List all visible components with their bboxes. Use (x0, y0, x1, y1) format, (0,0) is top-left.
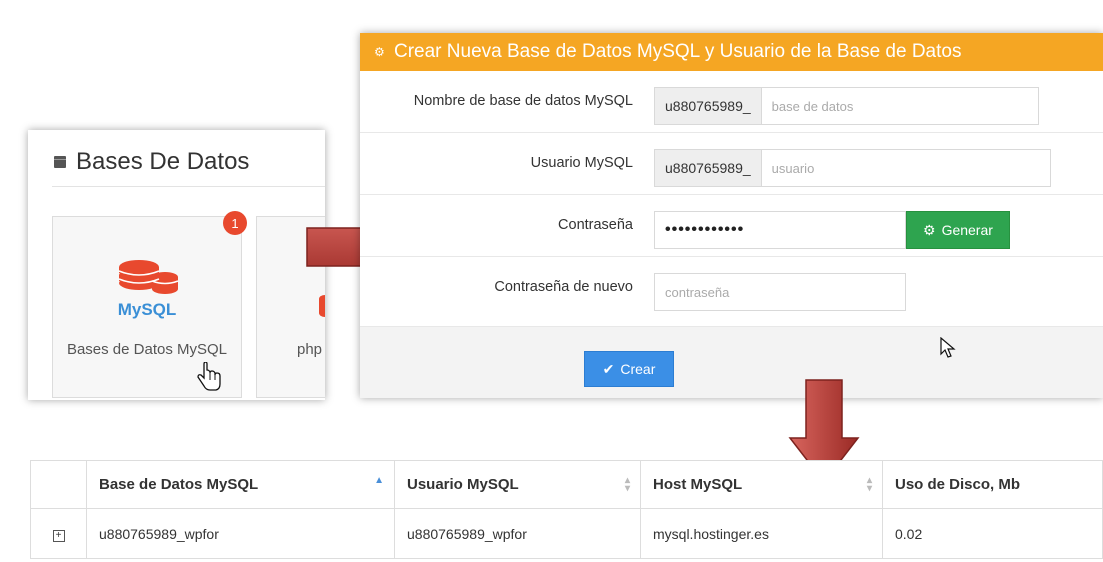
expand-cell: + (30, 508, 87, 559)
table-header-row: Base de Datos MySQL ▲ Usuario MySQL ▴ ▾ H… (30, 460, 1103, 509)
phpmyadmin-tile-label: php (297, 341, 323, 358)
create-button[interactable]: ✔ Crear (584, 351, 674, 387)
database-name-prefix: u880765989_ (654, 87, 761, 125)
create-database-form: ⚙ Crear Nueva Base de Datos MySQL y Usua… (360, 33, 1103, 398)
form-row-password-confirm: Contraseña de nuevo contraseña (360, 257, 1103, 327)
form-row-database-name: Nombre de base de datos MySQL u880765989… (360, 71, 1103, 133)
create-button-label: Crear (620, 361, 656, 377)
generate-password-button[interactable]: ⚙ Generar (906, 211, 1010, 249)
divider (52, 186, 325, 187)
plus-square-icon[interactable]: + (52, 530, 65, 542)
gear-icon: ⚙ (923, 221, 936, 238)
mysql-logo-text: MySQL (118, 300, 177, 319)
mysql-user-prefix: u880765989_ (654, 149, 761, 187)
databases-table: Base de Datos MySQL ▲ Usuario MySQL ▴ ▾ H… (30, 460, 1103, 559)
column-header-host[interactable]: Host MySQL ▴ ▾ (640, 460, 883, 509)
cogs-icon: ⚙ (374, 45, 385, 59)
form-header: ⚙ Crear Nueva Base de Datos MySQL y Usua… (360, 33, 1103, 71)
table-row: + u880765989_wpfor u880765989_wpfor mysq… (30, 508, 1103, 559)
mouse-pointer-icon (940, 337, 956, 358)
password-confirm-group: contraseña (654, 273, 906, 311)
mysql-user-group: u880765989_ usuario (654, 149, 1051, 187)
notification-badge: 1 (223, 211, 247, 235)
password-label: Contraseña (558, 217, 633, 233)
password-group: •••••••••••• ⚙ Generar (654, 211, 1010, 249)
form-title: Crear Nueva Base de Datos MySQL y Usuari… (394, 41, 962, 62)
database-name-group: u880765989_ base de datos (654, 87, 1039, 125)
database-square-icon (54, 156, 66, 168)
hand-pointer-icon (197, 362, 221, 391)
phpmyadmin-icon (319, 295, 325, 317)
mysql-user-input[interactable]: usuario (760, 149, 1051, 187)
cell-host: mysql.hostinger.es (640, 508, 883, 559)
databases-card: Bases De Datos 1 MySQL Bases de Datos My… (28, 130, 325, 400)
column-header-user-label: Usuario MySQL (407, 476, 519, 493)
generate-button-label: Generar (941, 222, 993, 238)
column-header-disk[interactable]: Uso de Disco, Mb (882, 460, 1103, 509)
mysql-tile-label: Bases de Datos MySQL (66, 341, 228, 358)
databases-card-title: Bases De Datos (76, 148, 250, 175)
column-header-disk-label: Uso de Disco, Mb (895, 476, 1021, 493)
database-name-label: Nombre de base de datos MySQL (413, 93, 633, 109)
check-icon: ✔ (602, 360, 615, 377)
screenshot-stage: Bases De Datos 1 MySQL Bases de Datos My… (0, 0, 1103, 562)
cell-disk: 0.02 (882, 508, 1103, 559)
sort-icon: ▴ ▾ (866, 475, 872, 494)
expand-column-header (30, 460, 87, 509)
form-footer: ✔ Crear (360, 327, 1103, 398)
password-input[interactable]: •••••••••••• (654, 211, 906, 249)
mysql-user-label: Usuario MySQL (530, 155, 633, 171)
mysql-database-icon: MySQL (118, 260, 179, 319)
password-confirm-input[interactable]: contraseña (654, 273, 906, 311)
column-header-database-label: Base de Datos MySQL (99, 476, 259, 493)
databases-card-header: Bases De Datos (54, 148, 249, 176)
sort-ascending-icon: ▲ (374, 475, 384, 486)
password-confirm-label: Contraseña de nuevo (494, 279, 633, 295)
cell-database: u880765989_wpfor (86, 508, 395, 559)
sort-icon: ▴ ▾ (624, 475, 630, 494)
cell-user: u880765989_wpfor (394, 508, 641, 559)
column-header-host-label: Host MySQL (653, 476, 743, 493)
column-header-database[interactable]: Base de Datos MySQL ▲ (86, 460, 395, 509)
column-header-user[interactable]: Usuario MySQL ▴ ▾ (394, 460, 641, 509)
form-row-mysql-user: Usuario MySQL u880765989_ usuario (360, 133, 1103, 195)
form-row-password: Contraseña •••••••••••• ⚙ Generar (360, 195, 1103, 257)
database-name-input[interactable]: base de datos (760, 87, 1039, 125)
